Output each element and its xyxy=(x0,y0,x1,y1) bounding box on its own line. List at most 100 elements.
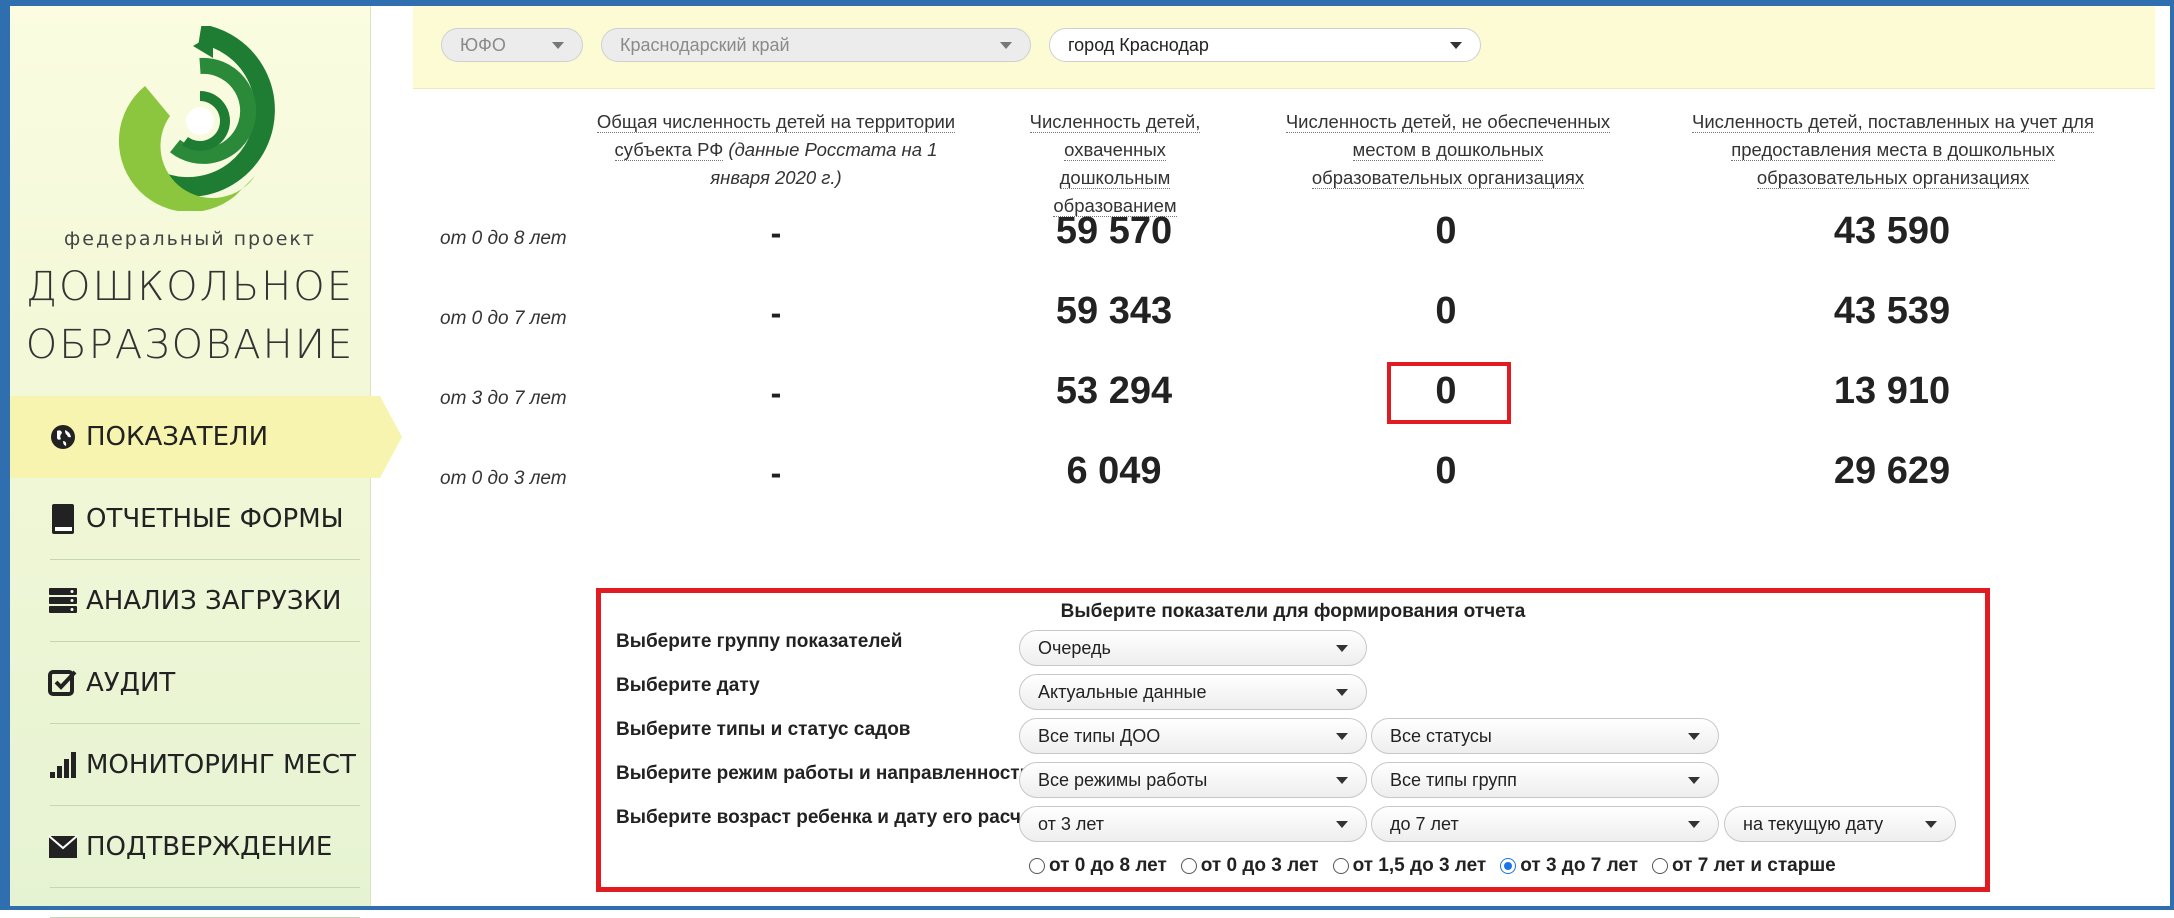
column-header-no-place: Численность детей, не обеспеченных место… xyxy=(1278,108,1618,192)
table-cell-total: - xyxy=(770,455,782,491)
table-cell-registered: 29 629 xyxy=(1833,450,1951,492)
chevron-down-icon xyxy=(1688,821,1700,828)
sidebar-item-label: МОНИТОРИНГ МЕСТ xyxy=(86,750,356,780)
globe-icon xyxy=(48,422,78,452)
sidebar-nav: ПОКАЗАТЕЛИ ОТЧЕТНЫЕ ФОРМЫ АНАЛИЗ ЗАГРУЗК… xyxy=(10,396,402,918)
work-mode-value: Все режимы работы xyxy=(1038,769,1208,790)
radio-label: от 1,5 до 3 лет xyxy=(1352,855,1487,876)
work-mode-select[interactable]: Все режимы работы xyxy=(1019,762,1367,798)
radio-age-7-plus[interactable]: от 7 лет и старше xyxy=(1652,855,1836,877)
status-select-value: Все статусы xyxy=(1390,725,1492,746)
column-header-no-place-text: Численность детей, не обеспеченных место… xyxy=(1285,111,1611,189)
chevron-down-icon xyxy=(1925,821,1937,828)
server-icon xyxy=(48,586,78,616)
report-panel: Выберите показатели для формирования отч… xyxy=(596,588,1990,892)
age-to-select[interactable]: до 7 лет xyxy=(1371,806,1719,842)
chevron-down-icon xyxy=(1688,777,1700,784)
radio-circle[interactable] xyxy=(1029,858,1045,874)
sidebar-nav-more xyxy=(10,888,390,918)
radio-circle-checked[interactable] xyxy=(1500,858,1517,874)
indicator-group-select[interactable]: Очередь xyxy=(1019,630,1367,666)
radio-label: от 0 до 8 лет xyxy=(1049,855,1167,876)
sidebar: федеральный проект ДОШКОЛЬНОЕ ОБРАЗОВАНИ… xyxy=(10,6,402,918)
radio-circle[interactable] xyxy=(1180,858,1197,874)
column-header-enrolled-text: Численность детей, охваченных дошкольным… xyxy=(1029,111,1201,217)
date-select[interactable]: Актуальные данные xyxy=(1019,674,1367,710)
label-age-date: Выберите возраст ребенка и дату его расч… xyxy=(616,807,1052,828)
radio-age-0-3[interactable]: от 0 до 3 лет xyxy=(1180,855,1319,877)
sidebar-item-audit[interactable]: АУДИТ xyxy=(10,642,390,724)
district-select[interactable]: ЮФО xyxy=(441,28,583,62)
label-types-status: Выберите типы и статус садов xyxy=(616,719,911,740)
radio-label: от 0 до 3 лет xyxy=(1200,855,1319,876)
radio-label: от 7 лет и старше xyxy=(1672,855,1836,876)
table-cell-registered: 13 910 xyxy=(1833,370,1951,412)
row-label: от 0 до 3 лет xyxy=(440,468,567,489)
table-cell-enrolled: 6 049 xyxy=(1066,450,1162,492)
group-type-value: Все типы групп xyxy=(1390,769,1517,790)
checkbox-icon xyxy=(48,668,78,698)
chevron-down-icon xyxy=(1336,821,1348,828)
chevron-down-icon xyxy=(552,42,564,49)
sidebar-item-label: ПОКАЗАТЕЛИ xyxy=(86,422,269,452)
envelope-icon xyxy=(48,832,78,862)
table-cell-enrolled: 53 294 xyxy=(1055,370,1173,412)
table-cell-no-place: 0 xyxy=(1435,290,1457,332)
sidebar-item-label: АУДИТ xyxy=(86,668,176,698)
status-select[interactable]: Все статусы xyxy=(1371,718,1719,754)
chevron-down-icon xyxy=(1336,733,1348,740)
sidebar-item-confirmation[interactable]: ПОДТВЕРЖДЕНИЕ xyxy=(10,806,390,888)
sidebar-item-report-forms[interactable]: ОТЧЕТНЫЕ ФОРМЫ xyxy=(10,478,390,560)
table-cell-enrolled: 59 343 xyxy=(1055,290,1173,332)
column-header-registered: Численность детей, поставленных на учет … xyxy=(1660,108,2126,192)
row-label: от 0 до 7 лет xyxy=(440,308,567,329)
chevron-down-icon xyxy=(1000,42,1012,49)
sidebar-item-label: АНАЛИЗ ЗАГРУЗКИ xyxy=(86,586,342,616)
label-date: Выберите дату xyxy=(616,675,760,696)
book-icon xyxy=(48,504,78,534)
radio-age-3-7[interactable]: от 3 до 7 лет xyxy=(1500,855,1638,877)
chevron-down-icon xyxy=(1336,645,1348,652)
column-header-total-children: Общая численность детей на территории су… xyxy=(588,108,964,192)
age-from-select[interactable]: от 3 лет xyxy=(1019,806,1367,842)
project-logo xyxy=(118,26,275,211)
region-select-value: Краснодарский край xyxy=(620,34,790,55)
city-select[interactable]: город Краснодар xyxy=(1049,28,1481,62)
chevron-down-icon xyxy=(1336,777,1348,784)
kindergarten-type-value: Все типы ДОО xyxy=(1038,725,1161,746)
project-subtitle: федеральный проект xyxy=(64,228,316,250)
sidebar-item-load-analysis[interactable]: АНАЛИЗ ЗАГРУЗКИ xyxy=(10,560,390,642)
district-select-value: ЮФО xyxy=(460,34,506,55)
group-type-select[interactable]: Все типы групп xyxy=(1371,762,1719,798)
radio-age-1-5-3[interactable]: от 1,5 до 3 лет xyxy=(1332,855,1487,877)
column-header-total-source: (данные Росстата на 1 января 2020 г.) xyxy=(710,139,938,188)
table-cell-total: - xyxy=(770,295,782,331)
chevron-down-icon xyxy=(1688,733,1700,740)
region-select[interactable]: Краснодарский край xyxy=(601,28,1031,62)
sidebar-item-places-monitoring[interactable]: МОНИТОРИНГ МЕСТ xyxy=(10,724,390,806)
chevron-down-icon xyxy=(1450,42,1462,49)
project-title-line2: ОБРАЗОВАНИЕ xyxy=(25,322,355,368)
age-from-value: от 3 лет xyxy=(1038,813,1105,834)
sidebar-item-indicators[interactable]: ПОКАЗАТЕЛИ xyxy=(10,396,402,478)
kindergarten-type-select[interactable]: Все типы ДОО xyxy=(1019,718,1367,754)
region-filter-bar: ЮФО Краснодарский край город Краснодар xyxy=(413,6,2155,89)
table-cell-registered: 43 539 xyxy=(1833,290,1951,332)
table-cell-no-place: 0 xyxy=(1435,450,1457,492)
indicator-group-value: Очередь xyxy=(1038,637,1111,658)
table-cell-total: - xyxy=(770,215,782,251)
radio-circle[interactable] xyxy=(1652,858,1669,874)
sidebar-item-label: ОТЧЕТНЫЕ ФОРМЫ xyxy=(86,504,344,534)
row-label: от 0 до 8 лет xyxy=(440,228,567,249)
radio-circle[interactable] xyxy=(1332,858,1349,874)
calc-date-value: на текущую дату xyxy=(1743,813,1884,834)
calc-date-select[interactable]: на текущую дату xyxy=(1724,806,1956,842)
date-select-value: Актуальные данные xyxy=(1038,681,1207,702)
table-cell-no-place: 0 xyxy=(1435,210,1457,252)
label-mode-direction: Выберите режим работы и направленность xyxy=(616,763,1032,784)
highlight-box xyxy=(1387,362,1511,424)
column-header-registered-text: Численность детей, поставленных на учет … xyxy=(1691,111,2094,189)
project-title-line1: ДОШКОЛЬНОЕ xyxy=(25,264,355,310)
radio-age-0-8[interactable]: от 0 до 8 лет xyxy=(1029,855,1167,877)
bar-chart-icon xyxy=(48,750,78,780)
